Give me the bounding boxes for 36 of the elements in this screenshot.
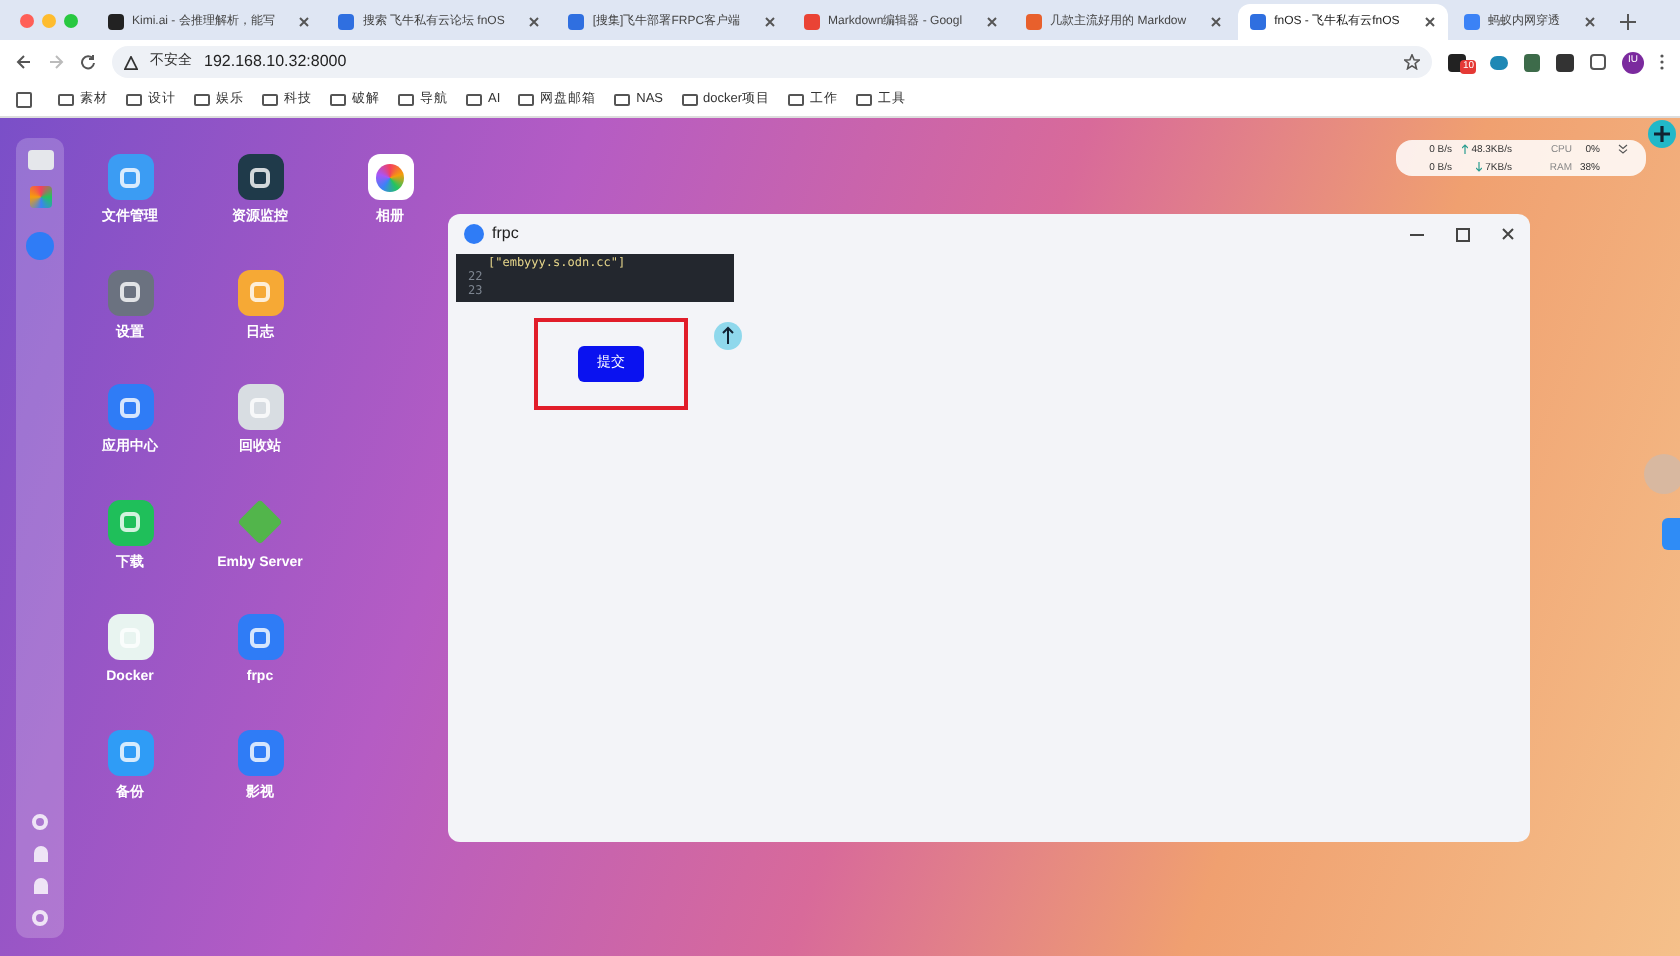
app-icon — [367, 154, 413, 200]
url-text: 192.168.10.32:8000 — [204, 50, 347, 74]
app-icon — [237, 269, 283, 315]
close-icon[interactable] — [1210, 16, 1223, 28]
collapse-icon[interactable] — [1618, 144, 1628, 154]
maximize-icon[interactable] — [1456, 227, 1470, 241]
close-icon[interactable] — [764, 16, 777, 28]
upload-arrow-icon — [1461, 144, 1468, 154]
close-icon[interactable] — [986, 16, 999, 28]
app-icon — [107, 154, 153, 200]
download-arrow-icon — [1475, 162, 1482, 172]
app-icon — [107, 384, 153, 430]
app-icon — [107, 269, 153, 315]
app-icon — [107, 729, 153, 775]
add-icon[interactable] — [1648, 120, 1676, 148]
back-icon[interactable] — [16, 54, 32, 70]
star-icon[interactable] — [1404, 54, 1420, 70]
close-icon[interactable] — [1423, 16, 1436, 28]
close-icon[interactable] — [1502, 228, 1514, 240]
close-icon[interactable] — [1583, 16, 1596, 28]
extensions-icon[interactable] — [1590, 54, 1606, 70]
app-icon — [237, 614, 283, 660]
app-icon — [237, 154, 283, 200]
app-icon — [237, 729, 283, 775]
new-tab-icon[interactable] — [1619, 14, 1636, 30]
minimize-icon[interactable] — [1410, 233, 1424, 235]
scroll-top-icon[interactable] — [714, 322, 742, 350]
reload-icon[interactable] — [80, 54, 96, 70]
app-icon — [237, 384, 283, 430]
close-icon[interactable] — [528, 16, 541, 28]
close-icon[interactable] — [298, 16, 311, 28]
apps-grid-icon[interactable] — [16, 92, 32, 108]
app-icon — [107, 614, 153, 660]
warning-icon[interactable] — [124, 55, 138, 69]
window-title: frpc — [492, 222, 519, 246]
app-icon — [107, 499, 153, 545]
